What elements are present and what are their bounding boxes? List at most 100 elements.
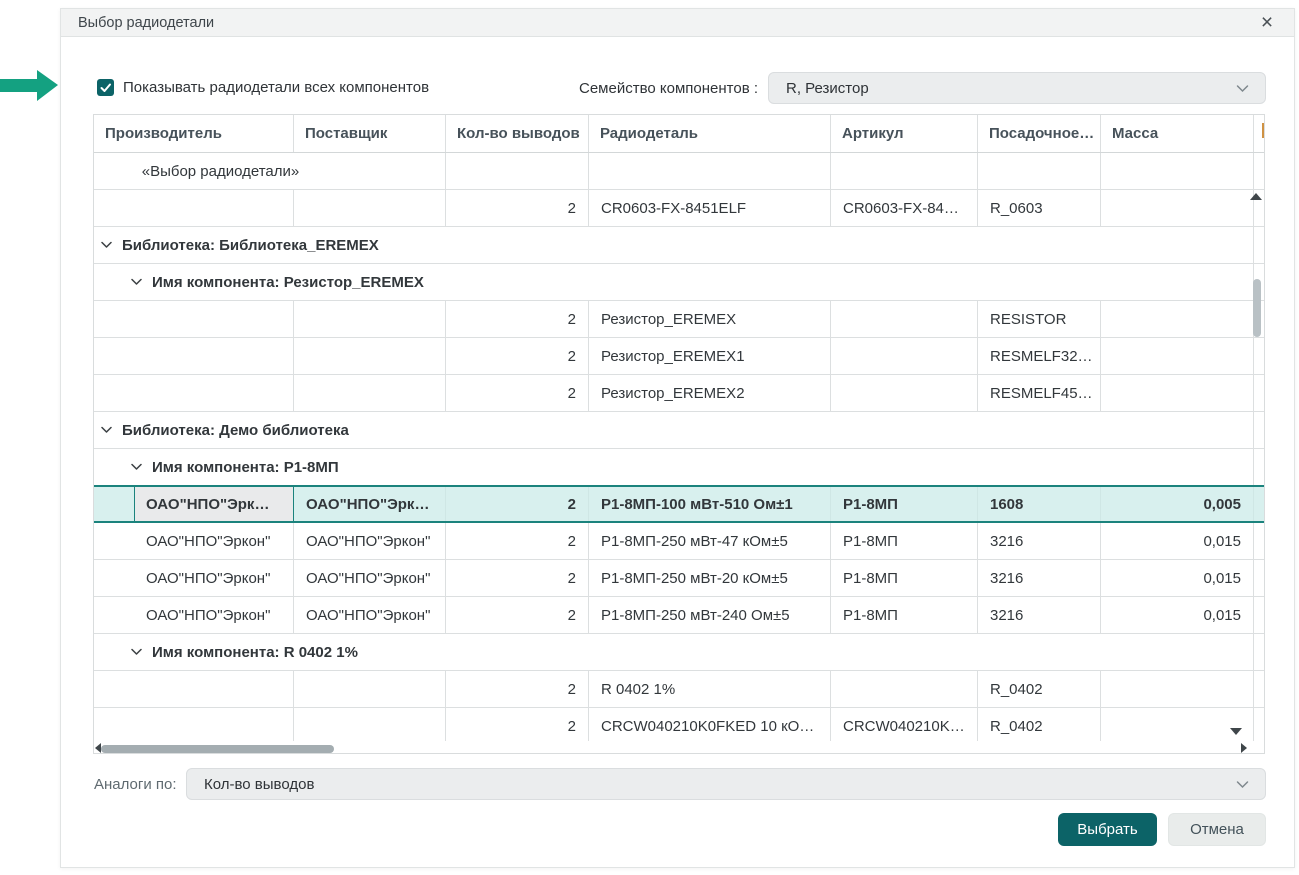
column-header-2[interactable]: Поставщик: [294, 115, 446, 152]
cancel-button[interactable]: Отмена: [1168, 813, 1266, 846]
table-row[interactable]: 2R 0402 1%R_0402: [94, 671, 1264, 708]
chevron-down-icon[interactable]: [131, 463, 142, 471]
chevron-down-icon[interactable]: [101, 241, 112, 249]
column-header-5[interactable]: Артикул: [831, 115, 978, 152]
cell-col-6: 3216: [978, 560, 1101, 596]
cell-col-4: Р1-8МП-100 мВт-510 Ом±1: [589, 487, 831, 521]
group-row-label: Библиотека: Демо библиотека: [122, 422, 349, 439]
cell-col-2: [294, 190, 446, 226]
cell-col-5: [831, 375, 978, 411]
cell-col-4: R 0402 1%: [589, 671, 831, 707]
table-row[interactable]: 2CR0603-FX-8451ELFCR0603-FX-84…R_0603: [94, 190, 1264, 227]
group-row-label: Библиотека: Библиотека_EREMEX: [122, 237, 379, 254]
cell-col-2: ОАО"НПО"Эрк…: [294, 487, 446, 521]
column-header-1[interactable]: Производитель: [94, 115, 294, 152]
scroll-down-arrow-icon[interactable]: [1230, 728, 1242, 735]
cell-col-6: RESMELF45…: [978, 375, 1101, 411]
table-row[interactable]: ОАО"НПО"Эркон"ОАО"НПО"Эркон"2Р1-8МП-250 …: [94, 597, 1264, 634]
chevron-down-icon[interactable]: [101, 426, 112, 434]
table-row[interactable]: ОАО"НПО"Эркон"ОАО"НПО"Эркон"2Р1-8МП-250 …: [94, 523, 1264, 560]
cell-col-3: 2: [446, 487, 589, 521]
cell-col-1: ОАО"НПО"Эркон": [94, 560, 294, 596]
cell-col-7: 0,015: [1101, 597, 1254, 633]
cell-col-7: 0,005: [1101, 487, 1254, 521]
group-row-library[interactable]: Библиотека: Библиотека_EREMEX: [94, 227, 1264, 264]
sliver-cell: [1254, 338, 1264, 374]
scroll-right-arrow-icon[interactable]: [1241, 743, 1247, 753]
show-all-parts-label: Показывать радиодетали всех компонентов: [123, 79, 429, 96]
pointer-arrow-annotation: [0, 70, 58, 101]
column-header-7[interactable]: Масса: [1101, 115, 1254, 152]
group-row-label: Имя компонента: R 0402 1%: [152, 644, 358, 661]
vertical-scrollbar-thumb[interactable]: [1253, 279, 1261, 337]
column-header-4[interactable]: Радиодеталь: [589, 115, 831, 152]
sliver-cell: [1254, 671, 1264, 707]
cell-col-4: Р1-8МП-250 мВт-20 кОм±5: [589, 560, 831, 596]
dialog-part-selection: Выбор радиодетали × Показывать радиодета…: [60, 8, 1295, 868]
group-row-component[interactable]: Имя компонента: R 0402 1%: [94, 634, 1264, 671]
component-family-select[interactable]: R, Резистор: [768, 72, 1266, 104]
table-row[interactable]: 2Резистор_EREMEXRESISTOR: [94, 301, 1264, 338]
group-row-component[interactable]: Имя компонента: Резистор_EREMEX: [94, 264, 1264, 301]
cell-col-3: 2: [446, 375, 589, 411]
cell-col-6: R_0402: [978, 671, 1101, 707]
select-button[interactable]: Выбрать: [1058, 813, 1157, 846]
parts-table: ПроизводительПоставщикКол-во выводовРади…: [93, 114, 1265, 754]
sliver-cell: [1254, 597, 1264, 633]
group-row-library[interactable]: Библиотека: Демо библиотека: [94, 412, 1264, 449]
sliver-cell: [1254, 634, 1264, 670]
cell-col-7: [1101, 301, 1254, 337]
dialog-titlebar[interactable]: Выбор радиодетали ×: [61, 9, 1294, 37]
group-row-component[interactable]: Имя компонента: Р1-8МП: [94, 449, 1264, 486]
cell-col-6: RESMELF32…: [978, 338, 1101, 374]
cell-col-2: [294, 708, 446, 744]
cell-col-4: Р1-8МП-250 мВт-240 Ом±5: [589, 597, 831, 633]
cell-col-1: ОАО"НПО"Эркон": [94, 523, 294, 559]
cell-col-5: Р1-8МП: [831, 597, 978, 633]
close-icon[interactable]: ×: [1257, 13, 1277, 33]
cell-col-1: [94, 190, 294, 226]
column-header-3[interactable]: Кол-во выводов: [446, 115, 589, 152]
cell-col-5: [831, 301, 978, 337]
table-row[interactable]: 2Резистор_EREMEX2RESMELF45…: [94, 375, 1264, 412]
component-family-label: Семейство компонентов :: [501, 80, 758, 97]
show-all-parts-checkbox[interactable]: [97, 79, 114, 96]
cell-col-7: [1101, 190, 1254, 226]
cell-col-6: 1608: [978, 487, 1101, 521]
table-row[interactable]: 2CRCW040210K0FKED 10 кО…CRCW040210K…R_04…: [94, 708, 1264, 745]
column-header-6[interactable]: Посадочное…: [978, 115, 1101, 152]
check-icon: [99, 81, 112, 94]
cell-col-6: R_0402: [978, 708, 1101, 744]
cell-col-4: CRCW040210K0FKED 10 кО…: [589, 708, 831, 744]
cell-col-6: 3216: [978, 597, 1101, 633]
cell-col-7: [1101, 338, 1254, 374]
table-row[interactable]: ОАО"НПО"Эркон"ОАО"НПО"Эркон"2Р1-8МП-250 …: [94, 560, 1264, 597]
empty-cell: [1101, 153, 1254, 189]
sliver-cell: [1254, 412, 1264, 448]
sliver-cell: [1254, 560, 1264, 596]
clipped-header-text-fragment: [1262, 123, 1264, 138]
cell-col-2: ОАО"НПО"Эркон": [294, 523, 446, 559]
cell-col-5: Р1-8МП: [831, 523, 978, 559]
cell-col-4: Резистор_EREMEX1: [589, 338, 831, 374]
scroll-up-arrow-icon[interactable]: [1250, 193, 1262, 200]
sliver-cell: [1254, 449, 1264, 485]
table-row-selected[interactable]: ОАО"НПО"Эрк…ОАО"НПО"Эрк…2Р1-8МП-100 мВт-…: [94, 485, 1264, 523]
sliver-cell: [1254, 375, 1264, 411]
table-row[interactable]: 2Резистор_EREMEX1RESMELF32…: [94, 338, 1264, 375]
chevron-down-icon: [1236, 780, 1249, 789]
chevron-down-icon[interactable]: [131, 648, 142, 656]
empty-cell: [831, 153, 978, 189]
cell-col-2: ОАО"НПО"Эркон": [294, 597, 446, 633]
cell-col-4: Р1-8МП-250 мВт-47 кОм±5: [589, 523, 831, 559]
cell-col-6: R_0603: [978, 190, 1101, 226]
cell-col-4: CR0603-FX-8451ELF: [589, 190, 831, 226]
analogs-by-select[interactable]: Кол-во выводов: [186, 768, 1266, 800]
horizontal-scrollbar-thumb[interactable]: [101, 745, 334, 753]
scroll-left-arrow-icon[interactable]: [95, 743, 101, 753]
chevron-down-icon[interactable]: [131, 278, 142, 286]
cell-manufacturer-focused[interactable]: ОАО"НПО"Эрк…: [134, 487, 294, 521]
empty-cell: [446, 153, 589, 189]
table-row-family-placeholder[interactable]: «Выбор радиодетали»: [94, 153, 1264, 190]
analogs-by-value: Кол-во выводов: [187, 776, 314, 793]
